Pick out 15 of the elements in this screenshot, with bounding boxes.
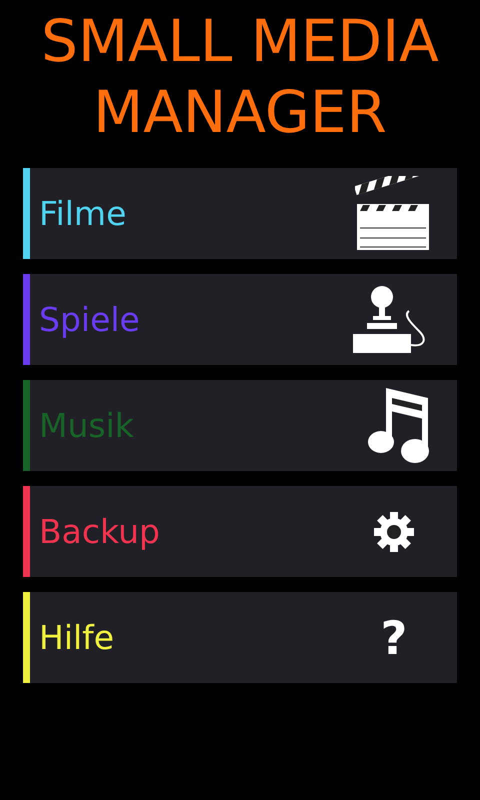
menu-item[interactable]: Backup <box>23 486 457 577</box>
menu-item[interactable]: Hilfe ? <box>23 592 457 683</box>
settings-icon <box>373 510 415 552</box>
help-icon: ? <box>380 614 408 660</box>
menu-item[interactable]: Filme <box>23 168 457 259</box>
app-title: SMALL MEDIA MANAGER <box>40 6 440 148</box>
menu-item[interactable]: Musik <box>23 380 457 471</box>
menu-label: Backup <box>39 512 161 551</box>
menu-label: Musik <box>39 406 135 445</box>
clapperboard-icon <box>355 176 431 252</box>
menu-label: Hilfe <box>39 618 116 657</box>
music-note-icon <box>367 388 431 464</box>
menu-label: Filme <box>39 194 128 233</box>
menu-label: Spiele <box>39 300 141 339</box>
menu-item[interactable]: Spiele <box>23 274 457 365</box>
